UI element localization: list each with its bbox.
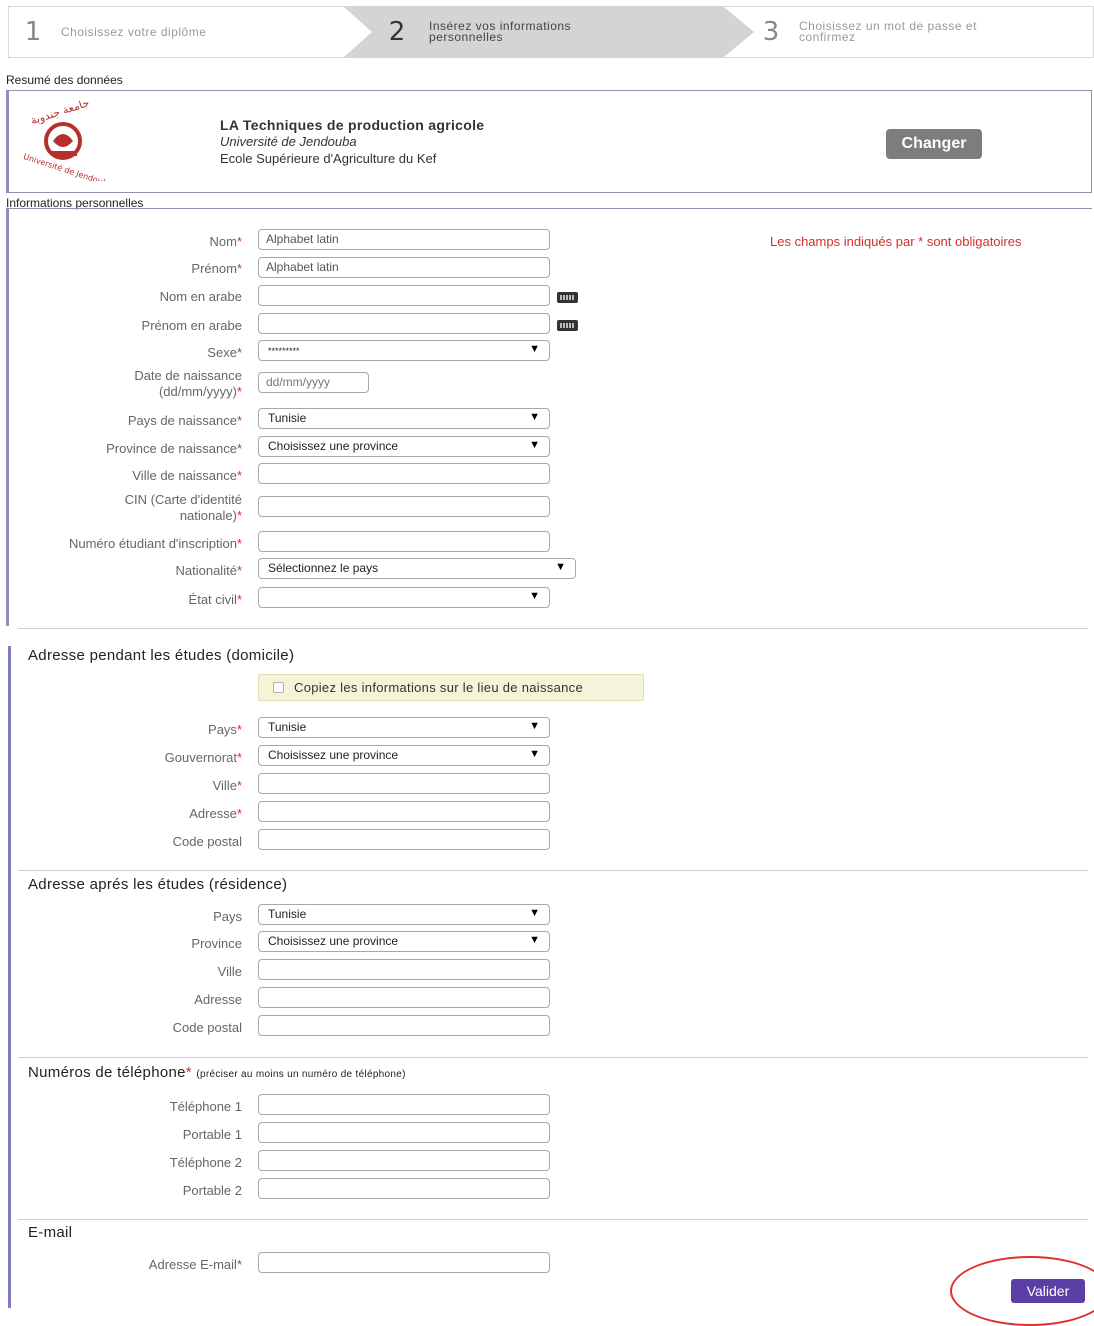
keyboard-icon[interactable] xyxy=(557,292,578,303)
step-number: 2 xyxy=(388,17,406,47)
email-input[interactable] xyxy=(258,1252,550,1273)
pays-domicile-select[interactable]: Tunisie ▼ xyxy=(258,717,550,738)
step-label: Insérez vos informations personnelles xyxy=(429,19,572,44)
label-nom: Nom* xyxy=(209,234,242,249)
step-number: 3 xyxy=(762,17,780,47)
label-ville-domicile: Ville* xyxy=(212,778,242,793)
province-naissance-select[interactable]: Choisissez une province ▼ xyxy=(258,436,550,457)
cin-input[interactable] xyxy=(258,496,550,517)
telephone-1-input[interactable] xyxy=(258,1094,550,1115)
code-postal-residence-input[interactable] xyxy=(258,1015,550,1036)
phones-title: Numéros de téléphone* (préciser au moins… xyxy=(28,1064,406,1081)
label-prenom-arabe: Prénom en arabe xyxy=(141,318,242,333)
label-date-naissance: Date de naissance (dd/mm/yyyy)* xyxy=(134,368,242,399)
province-residence-select[interactable]: Choisissez une province ▼ xyxy=(258,931,550,952)
label-adresse-residence: Adresse xyxy=(194,992,242,1007)
dropdown-arrow-icon: ▼ xyxy=(529,748,540,760)
nom-arabe-input[interactable] xyxy=(258,285,550,306)
numero-etudiant-input[interactable] xyxy=(258,531,550,552)
divider xyxy=(18,870,1088,871)
wizard-steps: 1 Choisissez votre diplôme 2 Insérez vos… xyxy=(8,6,1094,58)
dropdown-arrow-icon: ▼ xyxy=(529,343,540,355)
adresse-residence-input[interactable] xyxy=(258,987,550,1008)
required-note: Les champs indiqués par * sont obligatoi… xyxy=(770,234,1022,249)
label-nationalite: Nationalité* xyxy=(175,563,243,578)
prenom-arabe-input[interactable] xyxy=(258,313,550,334)
label-nom-arabe: Nom en arabe xyxy=(159,289,242,304)
ville-domicile-input[interactable] xyxy=(258,773,550,794)
step-number: 1 xyxy=(24,17,42,47)
step-label: Choisissez un mot de passe et confirmez xyxy=(799,19,977,44)
copy-birthplace-option[interactable]: Copiez les informations sur le lieu de n… xyxy=(258,674,644,701)
label-pays-domicile: Pays* xyxy=(208,722,242,737)
step-3: 3 Choisissez un mot de passe et confirme… xyxy=(753,7,977,57)
pays-residence-select[interactable]: Tunisie ▼ xyxy=(258,904,550,925)
label-adresse-domicile: Adresse* xyxy=(189,806,242,821)
summary-caption: Resumé des données xyxy=(6,73,123,87)
step-label: Choisissez votre diplôme xyxy=(61,24,207,39)
label-ville-naissance: Ville de naissance* xyxy=(132,468,242,483)
portable-1-input[interactable] xyxy=(258,1122,550,1143)
date-naissance-input[interactable]: dd/mm/yyyy xyxy=(258,372,369,393)
adresse-domicile-input[interactable] xyxy=(258,801,550,822)
ville-residence-input[interactable] xyxy=(258,959,550,980)
residence-title: Adresse aprés les études (résidence) xyxy=(28,876,288,893)
label-telephone-1: Téléphone 1 xyxy=(169,1099,242,1114)
copy-checkbox[interactable] xyxy=(273,682,284,693)
phones-hint: (préciser au moins un numéro de téléphon… xyxy=(196,1069,406,1080)
label-gouvernorat: Gouvernorat* xyxy=(164,750,242,765)
summary-box: جامعة جندوبة Université de Jendouba LA T… xyxy=(6,90,1092,193)
nom-input[interactable]: Alphabet latin xyxy=(258,229,550,250)
label-ville-residence: Ville xyxy=(217,964,242,979)
nationalite-select[interactable]: Sélectionnez le pays ▼ xyxy=(258,558,576,579)
step-1: 1 Choisissez votre diplôme xyxy=(15,7,206,57)
label-email: Adresse E-mail* xyxy=(148,1257,242,1272)
label-sexe: Sexe* xyxy=(207,345,242,360)
step-2: 2 Insérez vos informations personnelles xyxy=(379,7,571,57)
gouvernorat-select[interactable]: Choisissez une province ▼ xyxy=(258,745,550,766)
code-postal-domicile-input[interactable] xyxy=(258,829,550,850)
pays-naissance-select[interactable]: Tunisie ▼ xyxy=(258,408,550,429)
label-pays-naissance: Pays de naissance* xyxy=(127,413,242,428)
sexe-select[interactable]: ********* ▼ xyxy=(258,340,550,361)
label-province-residence: Province xyxy=(191,936,242,951)
dropdown-arrow-icon: ▼ xyxy=(555,561,566,573)
label-pays-residence: Pays xyxy=(213,909,242,924)
divider xyxy=(18,1057,1088,1058)
school-name: Ecole Supérieure d'Agriculture du Kef xyxy=(220,151,437,166)
label-code-postal-domicile: Code postal xyxy=(172,834,242,849)
email-title: E-mail xyxy=(28,1224,73,1241)
portable-2-input[interactable] xyxy=(258,1178,550,1199)
valider-button[interactable]: Valider xyxy=(1011,1279,1085,1303)
dropdown-arrow-icon: ▼ xyxy=(529,411,540,423)
label-code-postal-residence: Code postal xyxy=(172,1020,242,1035)
divider xyxy=(18,628,1088,629)
label-portable-1: Portable 1 xyxy=(182,1127,242,1142)
diploma-name: LA Techniques de production agricole xyxy=(220,117,485,133)
dropdown-arrow-icon: ▼ xyxy=(529,934,540,946)
telephone-2-input[interactable] xyxy=(258,1150,550,1171)
university-name: Université de Jendouba xyxy=(220,134,357,149)
label-etat-civil: État civil* xyxy=(188,592,242,607)
divider xyxy=(18,1219,1088,1220)
copy-label: Copiez les informations sur le lieu de n… xyxy=(294,680,583,695)
change-button[interactable]: Changer xyxy=(886,129,982,159)
dropdown-arrow-icon: ▼ xyxy=(529,907,540,919)
label-prenom: Prénom* xyxy=(191,261,242,276)
dropdown-arrow-icon: ▼ xyxy=(529,439,540,451)
prenom-input[interactable]: Alphabet latin xyxy=(258,257,550,278)
university-logo: جامعة جندوبة Université de Jendouba xyxy=(23,101,107,181)
label-numero-etudiant: Numéro étudiant d'inscription* xyxy=(68,536,242,551)
ville-naissance-input[interactable] xyxy=(258,463,550,484)
domicile-title: Adresse pendant les études (domicile) xyxy=(28,647,295,664)
label-province-naissance: Province de naissance* xyxy=(106,441,242,456)
label-cin: CIN (Carte d'identité nationale)* xyxy=(124,492,242,523)
label-telephone-2: Téléphone 2 xyxy=(169,1155,242,1170)
dropdown-arrow-icon: ▼ xyxy=(529,590,540,602)
etat-civil-select[interactable]: ▼ xyxy=(258,587,550,608)
dropdown-arrow-icon: ▼ xyxy=(529,720,540,732)
label-portable-2: Portable 2 xyxy=(182,1183,242,1198)
keyboard-icon[interactable] xyxy=(557,320,578,331)
